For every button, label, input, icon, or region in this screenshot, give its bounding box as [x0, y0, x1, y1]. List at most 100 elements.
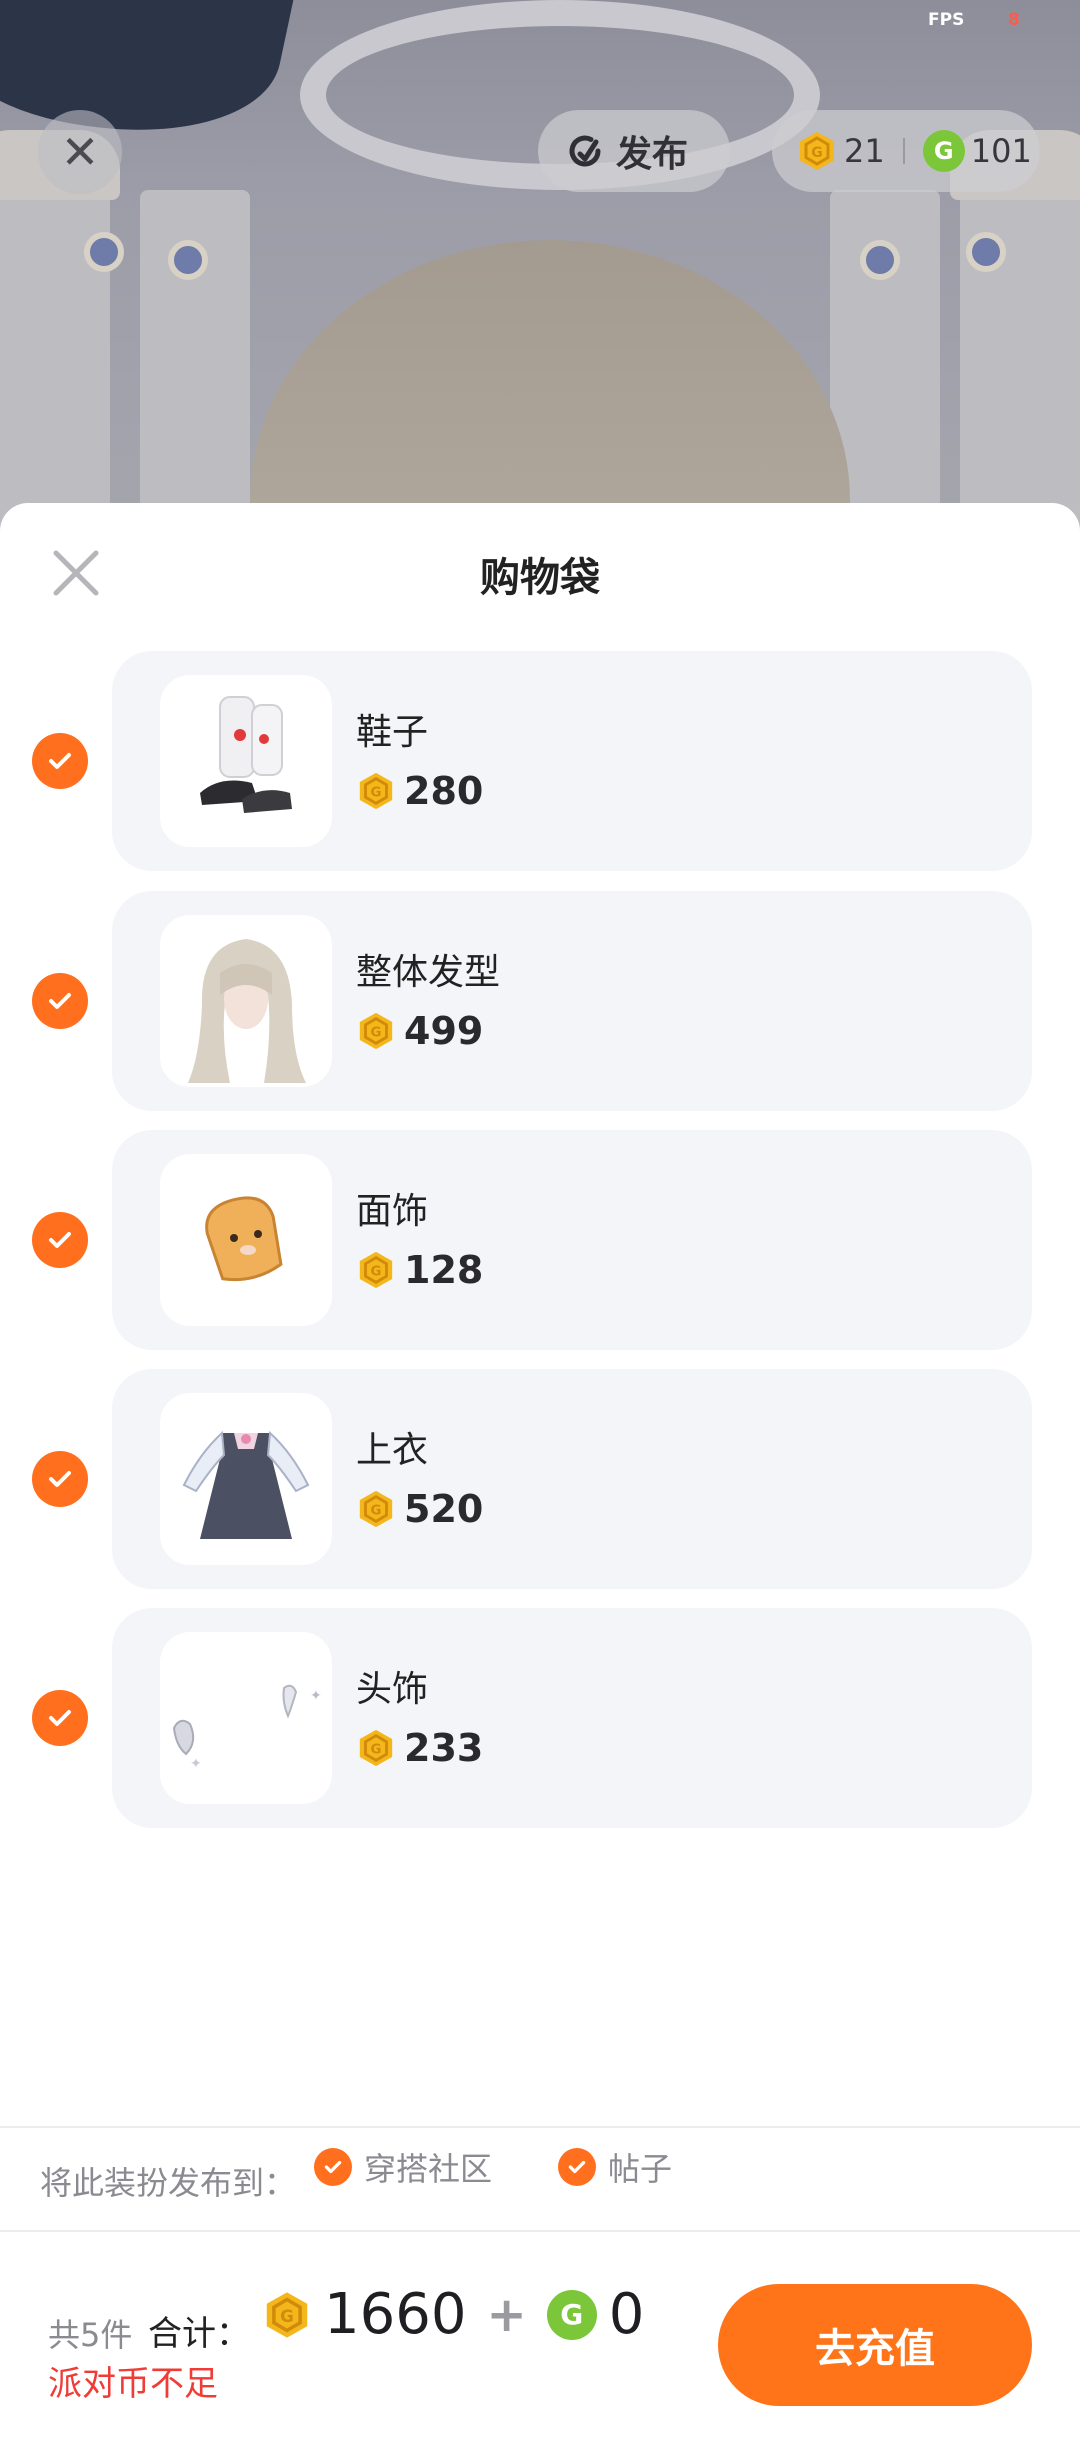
svg-text:✦: ✦	[190, 1756, 202, 1772]
check-icon	[49, 753, 71, 769]
gold-coin-icon: G	[359, 1490, 393, 1528]
gold-coin-icon: G	[800, 132, 834, 170]
list-item[interactable]: ✦ ✦ 头饰 G 233	[0, 1608, 1080, 1828]
total-label: 合计：	[148, 2314, 250, 2354]
sheet-title: 购物袋	[480, 555, 600, 601]
currency-balance[interactable]: G 21 G 101	[772, 110, 1040, 192]
list-item[interactable]: 面饰 G 128	[0, 1130, 1080, 1350]
item-name: 头饰	[356, 1669, 429, 1710]
item-price: G 128	[356, 1248, 483, 1292]
gold-coin-icon: G	[359, 1729, 393, 1767]
checkbox-checked[interactable]	[558, 2148, 596, 2186]
checkbox-checked[interactable]	[314, 2148, 352, 2186]
checkbox-checked[interactable]	[32, 973, 88, 1029]
refresh-icon	[569, 135, 601, 167]
svg-text:G: G	[371, 1265, 382, 1280]
total-amount: G 1660 + G 0	[262, 2282, 644, 2347]
list-item[interactable]: 鞋子 G 280	[0, 651, 1080, 871]
green-coin-icon: G	[922, 130, 965, 172]
balance-divider	[902, 138, 905, 164]
svg-text:G: G	[371, 1026, 382, 1041]
svg-text:G: G	[371, 786, 382, 801]
checkbox-checked[interactable]	[32, 1690, 88, 1746]
item-thumbnail	[160, 915, 332, 1087]
item-card[interactable]: 上衣 G 520	[112, 1369, 1032, 1589]
headwear-image: ✦ ✦	[172, 1684, 322, 1772]
gem-decoration	[860, 240, 900, 280]
item-card[interactable]: ✦ ✦ 头饰 G 233	[112, 1608, 1032, 1828]
avatar-scene-background	[0, 0, 1080, 560]
item-card[interactable]: 面饰 G 128	[112, 1130, 1032, 1350]
item-price: G 233	[356, 1726, 483, 1770]
svg-text:G: G	[371, 1504, 382, 1519]
checkbox-checked[interactable]	[32, 1212, 88, 1268]
green-coin-icon: G	[546, 2289, 597, 2340]
publish-option-post[interactable]: 帖子	[558, 2144, 672, 2190]
top-close-button[interactable]: ✕	[38, 110, 122, 194]
publish-option-label: 穿搭社区	[364, 2150, 493, 2188]
check-icon	[49, 1471, 71, 1487]
recharge-button[interactable]: 去充值	[718, 2284, 1032, 2406]
divider	[0, 2230, 1080, 2232]
price-value: 128	[404, 1248, 484, 1292]
price-value: 499	[404, 1009, 484, 1053]
check-icon	[324, 2160, 342, 2174]
publish-label: 发布	[616, 134, 689, 175]
publish-option-community[interactable]: 穿搭社区	[314, 2144, 492, 2190]
gem-decoration	[168, 240, 208, 280]
price-value: 520	[404, 1487, 484, 1531]
green-total: 0	[608, 2282, 645, 2347]
item-card[interactable]: 鞋子 G 280	[112, 651, 1032, 871]
top-dress-image	[182, 1430, 310, 1539]
item-name: 上衣	[356, 1430, 429, 1471]
gold-coin-icon: G	[266, 2291, 308, 2338]
item-count: 共5件	[48, 2316, 133, 2354]
pillar-decoration	[0, 140, 110, 560]
pillar-decoration	[960, 140, 1080, 560]
close-icon: ✕	[60, 125, 100, 179]
green-balance: 101	[970, 132, 1032, 170]
shoes-image	[200, 696, 292, 813]
item-card[interactable]: 整体发型 G 499	[112, 891, 1032, 1111]
price-value: 280	[404, 769, 484, 813]
publish-to-label: 将此装扮发布到：	[40, 2164, 297, 2202]
svg-text:G: G	[811, 145, 823, 161]
check-icon	[49, 1232, 71, 1248]
fps-value: 8	[1008, 10, 1020, 30]
toast-face-accessory-image	[205, 1196, 283, 1282]
gem-decoration	[84, 232, 124, 272]
item-thumbnail: ✦ ✦	[160, 1632, 332, 1804]
gold-balance: 21	[844, 132, 885, 170]
item-price: G 520	[356, 1487, 483, 1531]
list-item[interactable]: 上衣 G 520	[0, 1369, 1080, 1589]
publish-option-label: 帖子	[608, 2150, 673, 2188]
item-name: 鞋子	[356, 712, 429, 753]
gold-coin-icon: G	[359, 1012, 393, 1050]
checkbox-checked[interactable]	[32, 733, 88, 789]
check-icon	[568, 2160, 586, 2174]
price-value: 233	[404, 1726, 484, 1770]
checkbox-checked[interactable]	[32, 1451, 88, 1507]
svg-text:G: G	[371, 1743, 382, 1758]
publish-button[interactable]: 发布	[538, 110, 730, 192]
gold-coin-icon: G	[359, 772, 393, 810]
item-thumbnail	[160, 675, 332, 847]
gold-coin-icon: G	[359, 1251, 393, 1289]
item-thumbnail	[160, 1393, 332, 1565]
svg-text:✦: ✦	[310, 1688, 322, 1704]
item-price: G 499	[356, 1009, 483, 1053]
gold-total: 1660	[324, 2282, 467, 2347]
plus-sign: +	[486, 2286, 527, 2343]
check-icon	[49, 1710, 71, 1726]
fps-label: FPS	[928, 10, 965, 30]
hairstyle-image	[188, 939, 306, 1083]
item-name: 面饰	[356, 1191, 429, 1232]
gem-decoration	[966, 232, 1006, 272]
item-name: 整体发型	[356, 952, 501, 993]
svg-text:G: G	[280, 2307, 294, 2326]
divider	[0, 2126, 1080, 2128]
item-thumbnail	[160, 1154, 332, 1326]
check-icon	[49, 993, 71, 1009]
list-item[interactable]: 整体发型 G 499	[0, 891, 1080, 1111]
insufficient-balance-warning: 派对币不足	[48, 2364, 218, 2404]
